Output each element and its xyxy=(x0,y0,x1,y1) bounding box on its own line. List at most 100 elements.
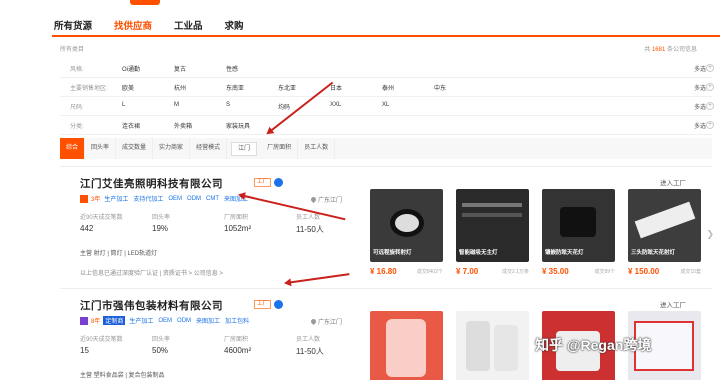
product-caption: 三头防眩天花射灯 xyxy=(631,250,676,256)
product-sold: 成交89个 xyxy=(594,269,615,275)
main-products: 主营 射灯 | 筒灯 | LED轨道灯 xyxy=(80,251,158,257)
product-card[interactable] xyxy=(370,311,443,380)
stat-value: 50% xyxy=(152,346,169,355)
next-arrow-icon[interactable]: ❯ xyxy=(706,229,714,240)
service-chip: OEM xyxy=(158,317,173,324)
nav-underline xyxy=(52,35,720,37)
stat-value: 15 xyxy=(80,346,89,355)
filter-row-category: 分类: 连衣裙 外卖箱 家装玩具 多选 + xyxy=(60,116,714,135)
filter-option[interactable]: 外卖箱 xyxy=(174,121,226,130)
product-sold: 成交8402个 xyxy=(416,269,443,275)
filter-option[interactable]: M xyxy=(174,102,226,111)
breadcrumb[interactable]: 所有类目 xyxy=(60,44,84,53)
plus-icon[interactable]: + xyxy=(706,64,714,72)
stats: 近90天成交笔数 15 回头率 50% 厂房面积 4600m² 员工人数 11-50人 xyxy=(80,334,368,357)
product-price: ¥ 35.00 xyxy=(542,267,569,276)
tab-find-suppliers[interactable]: 找供应商 xyxy=(112,18,154,32)
stat-label: 厂房面积 xyxy=(224,215,249,221)
supplier-card: 江门市强伟包装材料有限公司 工厂 8年 定制商 生产加工 OEM ODM 来图加… xyxy=(60,288,712,380)
service-chip: 定制商 xyxy=(103,316,126,325)
filter-option[interactable]: S xyxy=(226,102,278,111)
factory-tag: 工厂 xyxy=(254,300,272,309)
product-image[interactable]: 可远程旋转射灯 xyxy=(370,189,443,262)
stat-label: 近90天成交笔数 xyxy=(80,215,123,221)
product-card[interactable]: 智能磁吸无主灯 ¥ 7.00 成交2.1万条 xyxy=(456,189,529,276)
product-sold: 成交2.1万条 xyxy=(502,269,529,275)
product-image[interactable] xyxy=(456,311,529,380)
main-products: 主营 塑料食品袋 | 复合包装制品 xyxy=(80,373,165,379)
tab-purchase[interactable]: 求购 xyxy=(223,18,246,32)
badge-row: 3年 生产加工 支持代加工 OEM ODM CMT 来图加工 xyxy=(80,194,249,203)
product-price: ¥ 16.80 xyxy=(370,267,397,276)
service-chip: ODM xyxy=(177,317,192,324)
tab-all-goods[interactable]: 所有货源 xyxy=(52,18,94,32)
stat-value: 11-50人 xyxy=(296,225,324,234)
location-pin-icon xyxy=(309,195,318,204)
filter-label: 尺码: xyxy=(70,104,84,111)
product-price: ¥ 7.00 xyxy=(456,267,479,276)
stat-value: 4600m² xyxy=(224,346,252,355)
stat-value: 1052m² xyxy=(224,224,252,233)
enter-factory-link[interactable]: 进入工厂 xyxy=(660,299,686,309)
plus-icon[interactable]: + xyxy=(706,121,714,129)
filter-label: 主要销售地区: xyxy=(70,85,108,92)
location: 广东江门 xyxy=(309,317,342,326)
filter-option[interactable]: Oi通勤 xyxy=(122,64,174,73)
tab-industrial[interactable]: 工业品 xyxy=(172,18,205,32)
product-card[interactable] xyxy=(456,311,529,380)
service-chip: 生产加工 xyxy=(104,197,129,203)
filter-option[interactable]: 连衣裙 xyxy=(122,121,174,130)
product-card[interactable]: 可远程旋转射灯 ¥ 16.80 成交8402个 xyxy=(370,189,443,276)
certification-links[interactable]: 以上信息已通过深度验厂认证 | 资质证书 > 公司信息 > xyxy=(80,268,223,277)
filter-option[interactable]: 中东 xyxy=(434,83,486,92)
filter-option[interactable]: 复古 xyxy=(174,64,226,73)
filter-option[interactable]: 东南亚 xyxy=(226,83,278,92)
stat-label: 员工人数 xyxy=(296,337,321,343)
product-caption: 智能磁吸无主灯 xyxy=(459,250,498,256)
product-image[interactable]: 三头防眩天花射灯 xyxy=(628,189,701,262)
product-image[interactable]: 智能磁吸无主灯 xyxy=(456,189,529,262)
filter-option[interactable]: XL xyxy=(382,102,434,111)
filter-label: 分类: xyxy=(70,123,84,130)
product-card[interactable]: 镶嵌防眩天花灯 ¥ 35.00 成交89个 xyxy=(542,189,615,276)
product-image[interactable] xyxy=(370,311,443,380)
stat-label: 厂房面积 xyxy=(224,337,249,343)
plus-icon[interactable]: + xyxy=(706,83,714,91)
stat-value: 19% xyxy=(152,224,169,233)
sort-repurchase[interactable]: 回头率 xyxy=(85,138,117,159)
plus-icon[interactable]: + xyxy=(706,102,714,110)
product-card[interactable]: 三头防眩天花射灯 ¥ 150.00 成交15套 xyxy=(628,189,701,276)
enter-factory-link[interactable]: 进入工厂 xyxy=(660,177,686,187)
filter-option[interactable]: 日本 xyxy=(330,83,382,92)
company-name[interactable]: 江门市强伟包装材料有限公司 xyxy=(80,298,223,313)
location-pin-icon xyxy=(309,317,318,326)
filter-strength-merchant[interactable]: 实力商家 xyxy=(153,138,191,159)
filter-option[interactable]: 欧美 xyxy=(122,83,174,92)
filter-option[interactable]: L xyxy=(122,102,174,111)
service-chip: 支持代加工 xyxy=(133,197,164,203)
filter-business-mode[interactable]: 经营模式 xyxy=(190,138,228,159)
filter-option[interactable]: XXL xyxy=(330,102,382,111)
sort-comprehensive[interactable]: 综合 xyxy=(60,138,86,159)
search-button-stub[interactable] xyxy=(130,0,160,5)
service-chip: 来图加工 xyxy=(196,319,221,325)
filter-option[interactable]: 杭州 xyxy=(174,83,226,92)
year-badge: 3年 xyxy=(91,197,101,203)
company-name[interactable]: 江门艾佳亮照明科技有限公司 xyxy=(80,176,223,191)
product-sold: 成交15套 xyxy=(680,269,701,275)
service-chip: 加工包料 xyxy=(225,319,250,325)
sort-volume[interactable]: 成交数量 xyxy=(116,138,154,159)
filter-option[interactable]: 泰州 xyxy=(382,83,434,92)
service-chip: ODM xyxy=(187,195,202,202)
product-price: ¥ 150.00 xyxy=(628,267,660,276)
filter-location-select[interactable]: 江门 xyxy=(231,141,258,156)
stat-label: 近90天成交笔数 xyxy=(80,337,123,343)
filter-employees[interactable]: 员工人数 xyxy=(298,138,336,159)
sort-bar: 综合 回头率 成交数量 实力商家 经营模式 江门 厂房面积 员工人数 xyxy=(60,138,712,159)
product-image[interactable]: 镶嵌防眩天花灯 xyxy=(542,189,615,262)
filter-factory-area[interactable]: 厂房面积 xyxy=(261,138,299,159)
verified-icon xyxy=(274,300,283,309)
badge-row: 8年 定制商 生产加工 OEM ODM 来图加工 加工包料 xyxy=(80,316,250,325)
filter-row-size: 尺码: L M S 均码 XXL XL 多选 + xyxy=(60,97,714,116)
filter-option[interactable]: 性感 xyxy=(226,64,278,73)
